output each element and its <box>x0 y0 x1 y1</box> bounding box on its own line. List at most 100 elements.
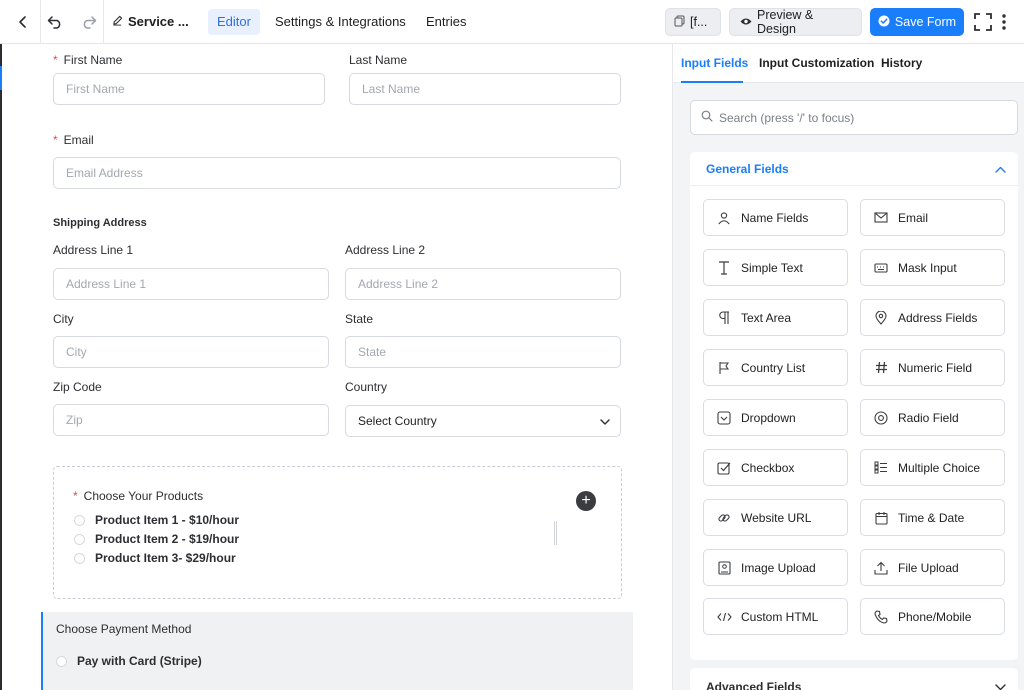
field-button-text-area[interactable]: Text Area <box>703 299 848 336</box>
city-input[interactable]: City <box>53 336 329 368</box>
field-button-address-fields[interactable]: Address Fields <box>860 299 1005 336</box>
undo-icon[interactable] <box>44 11 66 33</box>
tab-history[interactable]: History <box>881 56 922 70</box>
tab-settings-integrations[interactable]: Settings & Integrations <box>266 9 415 35</box>
last-name-label: Last Name <box>349 53 408 67</box>
chevron-down-icon[interactable] <box>995 680 1006 690</box>
phone-icon <box>873 609 889 625</box>
payment-option[interactable]: Pay with Card (Stripe) <box>56 654 202 668</box>
country-label: Country <box>345 380 388 394</box>
dropdown-icon <box>716 410 732 426</box>
address-line-1-label: Address Line 1 <box>53 243 134 257</box>
save-form-button[interactable]: Save Form <box>870 8 964 36</box>
back-chevron-icon[interactable] <box>12 11 34 33</box>
field-button-label: Address Fields <box>898 310 978 325</box>
field-button-label: Name Fields <box>741 210 809 225</box>
tab-editor[interactable]: Editor <box>208 9 260 35</box>
required-marker: * <box>73 489 78 503</box>
field-button-label: Dropdown <box>741 410 796 425</box>
field-button-phone-mobile[interactable]: Phone/Mobile <box>860 598 1005 635</box>
product-option[interactable]: Product Item 3- $29/hour <box>74 551 236 565</box>
field-button-dropdown[interactable]: Dropdown <box>703 399 848 436</box>
top-toolbar: Service ... Editor Settings & Integratio… <box>0 0 1024 44</box>
field-button-simple-text[interactable]: Simple Text <box>703 249 848 286</box>
field-button-time-date[interactable]: Time & Date <box>860 499 1005 536</box>
address-line-2-input[interactable]: Address Line 2 <box>345 268 621 300</box>
address-line-1-input[interactable]: Address Line 1 <box>53 268 329 300</box>
products-field-container[interactable]: * Choose Your Products Product Item 1 - $… <box>53 466 622 599</box>
state-input[interactable]: State <box>345 336 621 368</box>
field-button-radio-field[interactable]: Radio Field <box>860 399 1005 436</box>
advanced-fields-header[interactable]: Advanced Fields <box>690 668 1018 690</box>
fullscreen-icon[interactable] <box>972 11 994 33</box>
field-button-country-list[interactable]: Country List <box>703 349 848 386</box>
chevron-up-icon[interactable] <box>995 162 1006 176</box>
hash-icon <box>873 360 889 376</box>
country-select[interactable]: Select Country <box>345 405 621 437</box>
field-button-label: Checkbox <box>741 460 795 475</box>
field-button-checkbox[interactable]: Checkbox <box>703 449 848 486</box>
field-button-file-upload[interactable]: File Upload <box>860 549 1005 586</box>
field-button-label: Image Upload <box>741 560 816 575</box>
shortcode-text: [f... <box>690 15 708 29</box>
preview-design-button[interactable]: Preview & Design <box>729 8 862 36</box>
chevron-down-icon <box>600 406 610 436</box>
shortcode-button[interactable]: [f... <box>665 8 721 36</box>
save-form-label: Save Form <box>894 15 957 29</box>
active-tab-indicator <box>681 81 743 83</box>
field-button-mask-input[interactable]: Mask Input <box>860 249 1005 286</box>
product-option-label: Product Item 1 - $10/hour <box>95 513 240 527</box>
zip-input[interactable]: Zip <box>53 404 329 436</box>
fields-panel: Input Fields Input Customization History… <box>673 44 1024 690</box>
field-button-custom-html[interactable]: Custom HTML <box>703 598 848 635</box>
redo-icon[interactable] <box>78 11 100 33</box>
more-vertical-icon[interactable] <box>997 11 1011 33</box>
tab-input-fields[interactable]: Input Fields <box>681 56 748 70</box>
first-name-label: * First Name <box>53 53 123 67</box>
radio-button[interactable] <box>74 552 85 564</box>
divider <box>40 0 41 44</box>
paragraph-icon <box>716 310 732 326</box>
choose-products-label: * Choose Your Products <box>73 489 204 503</box>
state-label: State <box>345 312 374 326</box>
field-button-label: Numeric Field <box>898 360 973 375</box>
field-search-input[interactable]: Search (press '/' to focus) <box>690 100 1018 135</box>
add-field-plus-icon[interactable]: + <box>576 491 596 511</box>
resize-handle[interactable] <box>554 521 557 545</box>
product-option-label: Product Item 3- $29/hour <box>95 551 236 565</box>
search-icon <box>701 110 713 125</box>
field-button-label: Website URL <box>741 510 812 525</box>
field-button-multiple-choice[interactable]: Multiple Choice <box>860 449 1005 486</box>
field-button-label: Radio Field <box>898 410 959 425</box>
tab-entries[interactable]: Entries <box>417 9 475 35</box>
payment-option-label: Pay with Card (Stripe) <box>77 654 202 668</box>
radio-button[interactable] <box>74 514 85 526</box>
payment-method-field[interactable]: Choose Payment Method Pay with Card (Str… <box>41 612 633 690</box>
field-button-name-fields[interactable]: Name Fields <box>703 199 848 236</box>
radio-button[interactable] <box>56 655 67 667</box>
keyboard-icon <box>873 260 889 276</box>
envelope-icon <box>873 210 889 226</box>
flag-icon <box>716 360 732 376</box>
general-fields-card: General Fields Name Fields Email Simple … <box>690 152 1018 660</box>
divider <box>103 0 104 44</box>
field-button-label: Custom HTML <box>741 609 819 624</box>
advanced-fields-title: Advanced Fields <box>706 680 802 690</box>
tab-input-customization[interactable]: Input Customization <box>759 56 874 70</box>
general-fields-header[interactable]: General Fields <box>690 152 1018 186</box>
required-marker: * <box>53 133 58 147</box>
form-title[interactable]: Service ... <box>112 14 189 29</box>
product-option[interactable]: Product Item 2 - $19/hour <box>74 532 239 546</box>
first-name-input[interactable]: First Name <box>53 73 325 105</box>
field-button-website-url[interactable]: Website URL <box>703 499 848 536</box>
field-button-email[interactable]: Email <box>860 199 1005 236</box>
field-button-label: Multiple Choice <box>898 460 981 475</box>
radio-button[interactable] <box>74 533 85 545</box>
panel-tabs: Input Fields Input Customization History <box>673 44 1024 83</box>
field-button-numeric-field[interactable]: Numeric Field <box>860 349 1005 386</box>
email-input[interactable]: Email Address <box>53 157 621 189</box>
field-button-image-upload[interactable]: Image Upload <box>703 549 848 586</box>
product-option[interactable]: Product Item 1 - $10/hour <box>74 513 239 527</box>
last-name-input[interactable]: Last Name <box>349 73 621 105</box>
required-marker: * <box>53 53 58 67</box>
